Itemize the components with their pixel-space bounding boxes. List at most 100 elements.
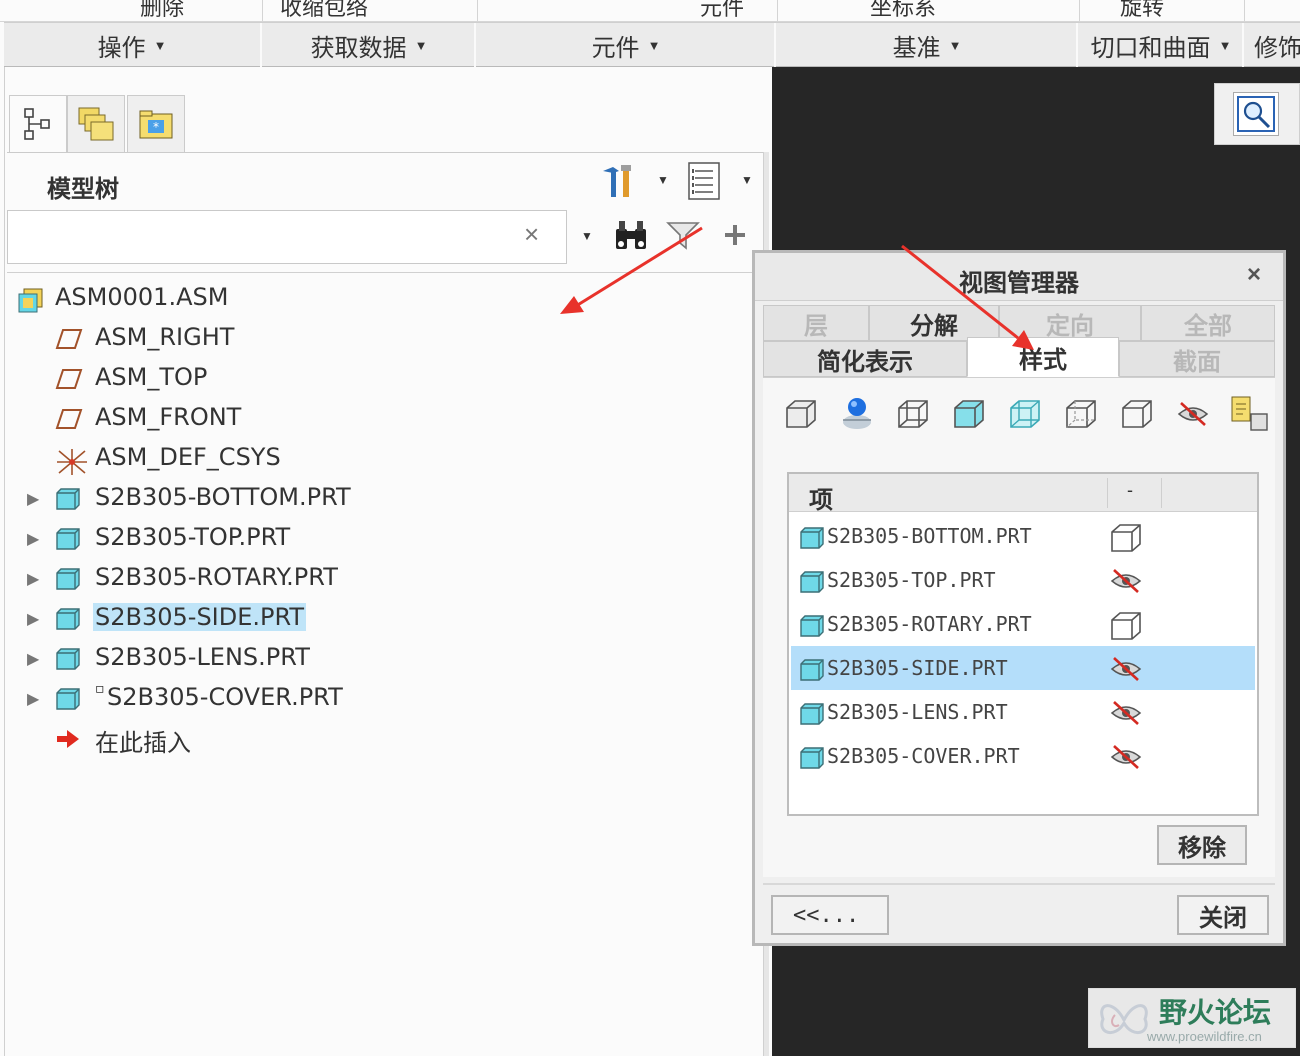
- close-icon[interactable]: ×: [1247, 261, 1261, 289]
- plus-icon[interactable]: [723, 223, 747, 252]
- part-icon: [55, 687, 81, 716]
- tree-item-label: S2B305-BOTTOM.PRT: [95, 483, 351, 511]
- ribbon-group-bar: 操作 ▼ 获取数据 ▼ 元件 ▼ 基准 ▼ 切口和曲面 ▼ 修饰: [4, 22, 1300, 67]
- expand-arrow-icon[interactable]: ▶: [27, 569, 39, 589]
- tab-layers[interactable]: 层: [763, 305, 869, 341]
- find-binoculars-icon[interactable]: [613, 217, 649, 258]
- tab-simplified-rep[interactable]: 简化表示: [763, 341, 967, 377]
- tree-item[interactable]: ASM_DEF_CSYS: [7, 441, 607, 477]
- tree-settings-icon[interactable]: [599, 161, 639, 206]
- tree-item-label: ASM_FRONT: [95, 403, 242, 431]
- close-button[interactable]: 关闭: [1177, 895, 1269, 935]
- style-blue-sphere-button[interactable]: [839, 396, 875, 432]
- tab-explode[interactable]: 分解: [869, 305, 999, 341]
- tab-all[interactable]: 全部: [1141, 305, 1275, 341]
- ribbon-group-cosmetic[interactable]: 修饰: [1246, 23, 1300, 67]
- ribbon-top-item[interactable]: 元件: [700, 0, 744, 21]
- blank-eye-icon[interactable]: [1109, 566, 1143, 601]
- tree-item[interactable]: ▶ S2B305-SIDE.PRT: [7, 601, 607, 637]
- tree-item[interactable]: ▶ S2B305-ROTARY.PRT: [7, 561, 607, 597]
- remove-button[interactable]: 移除: [1157, 825, 1247, 865]
- search-input[interactable]: [20, 221, 512, 253]
- wireframe-box-icon[interactable]: [1109, 522, 1143, 559]
- blank-eye-icon[interactable]: [1109, 654, 1143, 689]
- ribbon-group-cuts-surfaces[interactable]: 切口和曲面 ▼: [1080, 23, 1244, 67]
- tree-item[interactable]: ASM0001.ASM: [7, 281, 607, 317]
- style-blank-button[interactable]: [1175, 396, 1211, 432]
- item-name: S2B305-TOP.PRT: [827, 568, 996, 592]
- caret-down-icon[interactable]: ▼: [581, 229, 593, 243]
- tab-folder-browser[interactable]: [67, 95, 125, 153]
- folders-icon: [78, 107, 114, 141]
- column-header-style[interactable]: -: [1127, 480, 1133, 501]
- search-box: ×: [7, 210, 567, 264]
- button-label: 移除: [1178, 833, 1226, 862]
- style-wireframe-button[interactable]: [895, 396, 931, 432]
- tree-item[interactable]: ASM_RIGHT: [7, 321, 607, 357]
- table-row[interactable]: S2B305-LENS.PRT: [791, 690, 1255, 734]
- filter-icon[interactable]: [665, 219, 701, 256]
- copy-style-button[interactable]: [1229, 396, 1271, 432]
- style-no-hidden-button[interactable]: [1119, 396, 1155, 432]
- table-row[interactable]: S2B305-BOTTOM.PRT: [791, 514, 1255, 558]
- column-header-item[interactable]: 项: [809, 480, 833, 515]
- expand-arrow-icon[interactable]: ▶: [27, 489, 39, 509]
- table-row[interactable]: S2B305-COVER.PRT: [791, 734, 1255, 778]
- style-cyan-shaded-button[interactable]: [951, 396, 987, 432]
- tree-item-label: 在此插入: [95, 729, 191, 757]
- expand-arrow-icon[interactable]: ▶: [27, 609, 39, 629]
- table-row[interactable]: S2B305-ROTARY.PRT: [791, 602, 1255, 646]
- blank-eye-icon[interactable]: [1109, 698, 1143, 733]
- tree-item[interactable]: ASM_FRONT: [7, 401, 607, 437]
- tab-favorites[interactable]: *: [127, 95, 185, 153]
- ribbon-top-item[interactable]: 收缩包络: [280, 0, 368, 21]
- favorites-folder-icon: *: [139, 110, 173, 139]
- tree-item[interactable]: ▶ S2B305-LENS.PRT: [7, 641, 607, 677]
- caret-down-icon: ▼: [153, 37, 167, 53]
- dialog-titlebar: 视图管理器 ×: [755, 253, 1283, 301]
- tab-sections[interactable]: 截面: [1119, 341, 1275, 377]
- show-list-icon[interactable]: [687, 161, 721, 206]
- blank-eye-icon[interactable]: [1109, 742, 1143, 777]
- tab-model-tree[interactable]: [9, 95, 67, 153]
- assembly-icon: [17, 287, 45, 320]
- close-icon[interactable]: ×: [524, 219, 539, 250]
- expand-arrow-icon[interactable]: ▶: [27, 529, 39, 549]
- tree-item[interactable]: ▶ S2B305-TOP.PRT: [7, 521, 607, 557]
- ribbon-group-label: 基准: [892, 34, 941, 62]
- tree-item[interactable]: ▶ S2B305-BOTTOM.PRT: [7, 481, 607, 517]
- tree-item[interactable]: 在此插入: [7, 721, 607, 757]
- wireframe-box-icon[interactable]: [1109, 610, 1143, 647]
- ribbon-top-item[interactable]: 旋转: [1120, 0, 1164, 21]
- caret-down-icon[interactable]: ▼: [657, 173, 669, 187]
- expand-arrow-icon[interactable]: ▶: [27, 689, 39, 709]
- style-hidden-line-button[interactable]: [1063, 396, 1099, 432]
- caret-down-icon[interactable]: ▼: [741, 173, 753, 187]
- zoom-button[interactable]: [1233, 92, 1279, 136]
- model-tree: ASM0001.ASM ASM_RIGHT ASM_TOP ASM_FRONT ASM_…: [7, 272, 763, 1056]
- ribbon-group-component[interactable]: 元件 ▼: [478, 23, 776, 67]
- tab-orient[interactable]: 定向: [999, 305, 1141, 341]
- tree-item[interactable]: ASM_TOP: [7, 361, 607, 397]
- tree-item-label: ASM_RIGHT: [95, 323, 235, 351]
- collapse-button[interactable]: <<...: [771, 895, 889, 935]
- tab-style[interactable]: 样式: [967, 337, 1119, 377]
- dialog-title: 视图管理器: [959, 269, 1079, 297]
- tab-label: 简化表示: [817, 347, 913, 376]
- table-row[interactable]: S2B305-SIDE.PRT: [791, 646, 1255, 690]
- view-toolbar: [1214, 83, 1300, 145]
- part-icon: [55, 487, 81, 516]
- expand-arrow-icon[interactable]: ▶: [27, 649, 39, 669]
- style-shaded-button[interactable]: [783, 396, 819, 432]
- table-header: 项 -: [789, 474, 1257, 515]
- ribbon-top-item[interactable]: 删除: [140, 0, 184, 21]
- ribbon-group-datum[interactable]: 基准 ▼: [778, 23, 1078, 67]
- style-items-table: 项 - S2B305-BOTTOM.PRT S2B305-TOP.PRT S2B30…: [787, 472, 1259, 816]
- ribbon-group-operate[interactable]: 操作 ▼: [4, 23, 262, 67]
- style-transparent-button[interactable]: [1007, 396, 1043, 432]
- tree-item[interactable]: ▶ ▫ S2B305-COVER.PRT: [7, 681, 607, 717]
- divider: [477, 0, 478, 21]
- ribbon-group-get-data[interactable]: 获取数据 ▼: [264, 23, 476, 67]
- table-row[interactable]: S2B305-TOP.PRT: [791, 558, 1255, 602]
- ribbon-top-item[interactable]: 坐标系: [870, 0, 936, 21]
